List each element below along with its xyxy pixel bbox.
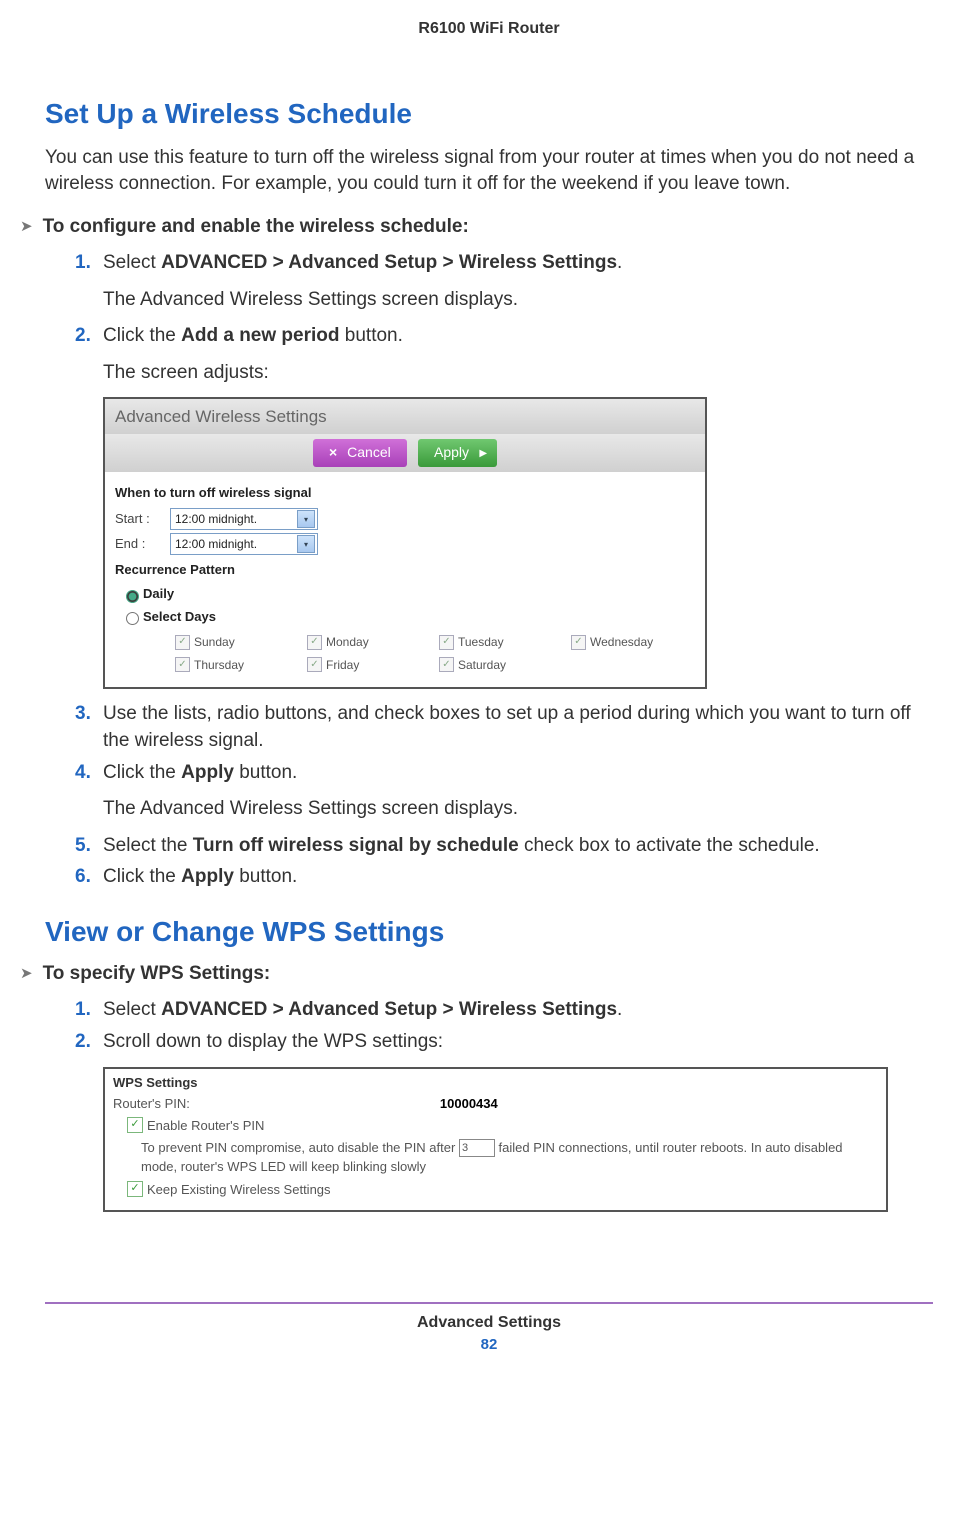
start-value: 12:00 midnight.	[175, 511, 257, 528]
failed-pin-input[interactable]: 3	[459, 1139, 495, 1157]
step-subtext: The Advanced Wireless Settings screen di…	[103, 796, 933, 823]
step-subtext: The screen adjusts:	[103, 360, 933, 387]
day-checkbox-wed[interactable]: ✓Wednesday	[571, 634, 695, 651]
step-4: 4. Click the Apply button. The Advanced …	[75, 760, 933, 823]
step-text: Use the lists, radio buttons, and check …	[103, 703, 911, 751]
procedure-arrow-icon: ➤	[20, 964, 33, 982]
step-3: 3. Use the lists, radio buttons, and che…	[75, 701, 933, 754]
step-text-bold: ADVANCED > Advanced Setup > Wireless Set…	[161, 252, 617, 273]
daily-radio[interactable]: Daily	[121, 585, 695, 603]
step-text-bold: ADVANCED > Advanced Setup > Wireless Set…	[161, 999, 617, 1020]
step-text: button.	[234, 866, 297, 887]
step-text: Select	[103, 252, 161, 273]
step-5: 5. Select the Turn off wireless signal b…	[75, 833, 933, 860]
page-footer-label: Advanced Settings	[45, 1302, 933, 1332]
checkbox-icon: ✓	[571, 635, 586, 650]
procedure-label: To configure and enable the wireless sch…	[43, 216, 469, 238]
step-text: check box to activate the schedule.	[519, 835, 820, 856]
dialog-title: Advanced Wireless Settings	[105, 399, 705, 435]
checkbox-icon: ✓	[175, 635, 190, 650]
chevron-down-icon: ▾	[297, 535, 315, 553]
step-number: 2.	[75, 323, 91, 350]
day-checkbox-sun[interactable]: ✓Sunday	[175, 634, 299, 651]
step-subtext: The Advanced Wireless Settings screen di…	[103, 287, 933, 314]
wireless-schedule-dialog: Advanced Wireless Settings ×Cancel Apply…	[103, 397, 707, 690]
procedure-arrow-icon: ➤	[20, 217, 33, 235]
step-6: 6. Click the Apply button.	[75, 864, 933, 891]
chevron-down-icon: ▾	[297, 510, 315, 528]
step-text: Select	[103, 999, 161, 1020]
step-text: button.	[340, 325, 403, 346]
step-number: 1.	[75, 250, 91, 277]
apply-button[interactable]: Apply▶	[418, 439, 497, 467]
recurrence-label: Recurrence Pattern	[115, 561, 695, 579]
wps-heading: WPS Settings	[113, 1074, 878, 1092]
step-text: Select the	[103, 835, 193, 856]
checkbox-icon: ✓	[307, 635, 322, 650]
router-pin-label: Router's PIN:	[113, 1095, 190, 1113]
checkbox-icon: ✓	[175, 657, 190, 672]
checkbox-icon[interactable]: ✓	[127, 1181, 143, 1197]
checkbox-icon: ✓	[439, 657, 454, 672]
step-2: 2. Scroll down to display the WPS settin…	[75, 1029, 933, 1212]
step-text: .	[617, 999, 622, 1020]
step-number: 3.	[75, 701, 91, 728]
router-pin-value: 10000434	[440, 1095, 498, 1113]
step-text: Scroll down to display the WPS settings:	[103, 1031, 443, 1052]
step-text-bold: Turn off wireless signal by schedule	[193, 835, 519, 856]
procedure-label: To specify WPS Settings:	[43, 963, 271, 985]
radio-icon	[126, 590, 139, 603]
select-days-radio[interactable]: Select Days	[121, 608, 695, 626]
step-text-bold: Apply	[181, 762, 234, 783]
step-number: 1.	[75, 997, 91, 1024]
day-checkbox-thu[interactable]: ✓Thursday	[175, 657, 299, 674]
step-text-bold: Apply	[181, 866, 234, 887]
step-text: .	[617, 252, 622, 273]
checkbox-icon: ✓	[307, 657, 322, 672]
step-text: Click the	[103, 866, 181, 887]
dialog-buttonbar: ×Cancel Apply▶	[105, 434, 705, 472]
cancel-button[interactable]: ×Cancel	[313, 439, 407, 467]
close-icon: ×	[329, 444, 337, 460]
day-checkbox-sat[interactable]: ✓Saturday	[439, 657, 563, 674]
enable-pin-label: Enable Router's PIN	[147, 1117, 264, 1135]
step-1: 1. Select ADVANCED > Advanced Setup > Wi…	[75, 997, 933, 1024]
checkbox-icon: ✓	[439, 635, 454, 650]
end-label: End :	[115, 535, 170, 553]
step-number: 5.	[75, 833, 91, 860]
radio-icon	[126, 612, 139, 625]
day-checkbox-fri[interactable]: ✓Friday	[307, 657, 431, 674]
step-2: 2. Click the Add a new period button. Th…	[75, 323, 933, 689]
day-checkbox-mon[interactable]: ✓Monday	[307, 634, 431, 651]
wps-settings-panel: WPS Settings Router's PIN: 10000434 ✓ En…	[103, 1067, 888, 1212]
pin-compromise-text: To prevent PIN compromise, auto disable …	[141, 1138, 878, 1177]
when-label: When to turn off wireless signal	[115, 484, 695, 502]
section-title-wps: View or Change WPS Settings	[45, 916, 933, 948]
end-value: 12:00 midnight.	[175, 536, 257, 553]
step-text: Click the	[103, 762, 181, 783]
page-number: 82	[45, 1336, 933, 1353]
step-1: 1. Select ADVANCED > Advanced Setup > Wi…	[75, 250, 933, 313]
arrow-right-icon: ▶	[479, 447, 487, 461]
keep-existing-label: Keep Existing Wireless Settings	[147, 1181, 331, 1199]
step-number: 6.	[75, 864, 91, 891]
checkbox-icon[interactable]: ✓	[127, 1117, 143, 1133]
page-header: R6100 WiFi Router	[45, 20, 933, 38]
section-title-schedule: Set Up a Wireless Schedule	[45, 98, 933, 130]
step-text: Click the	[103, 325, 181, 346]
day-checkbox-tue[interactable]: ✓Tuesday	[439, 634, 563, 651]
start-select[interactable]: 12:00 midnight. ▾	[170, 508, 318, 530]
end-select[interactable]: 12:00 midnight. ▾	[170, 533, 318, 555]
step-number: 2.	[75, 1029, 91, 1056]
step-number: 4.	[75, 760, 91, 787]
start-label: Start :	[115, 510, 170, 528]
section-intro: You can use this feature to turn off the…	[45, 145, 933, 196]
step-text: button.	[234, 762, 297, 783]
step-text-bold: Add a new period	[181, 325, 339, 346]
